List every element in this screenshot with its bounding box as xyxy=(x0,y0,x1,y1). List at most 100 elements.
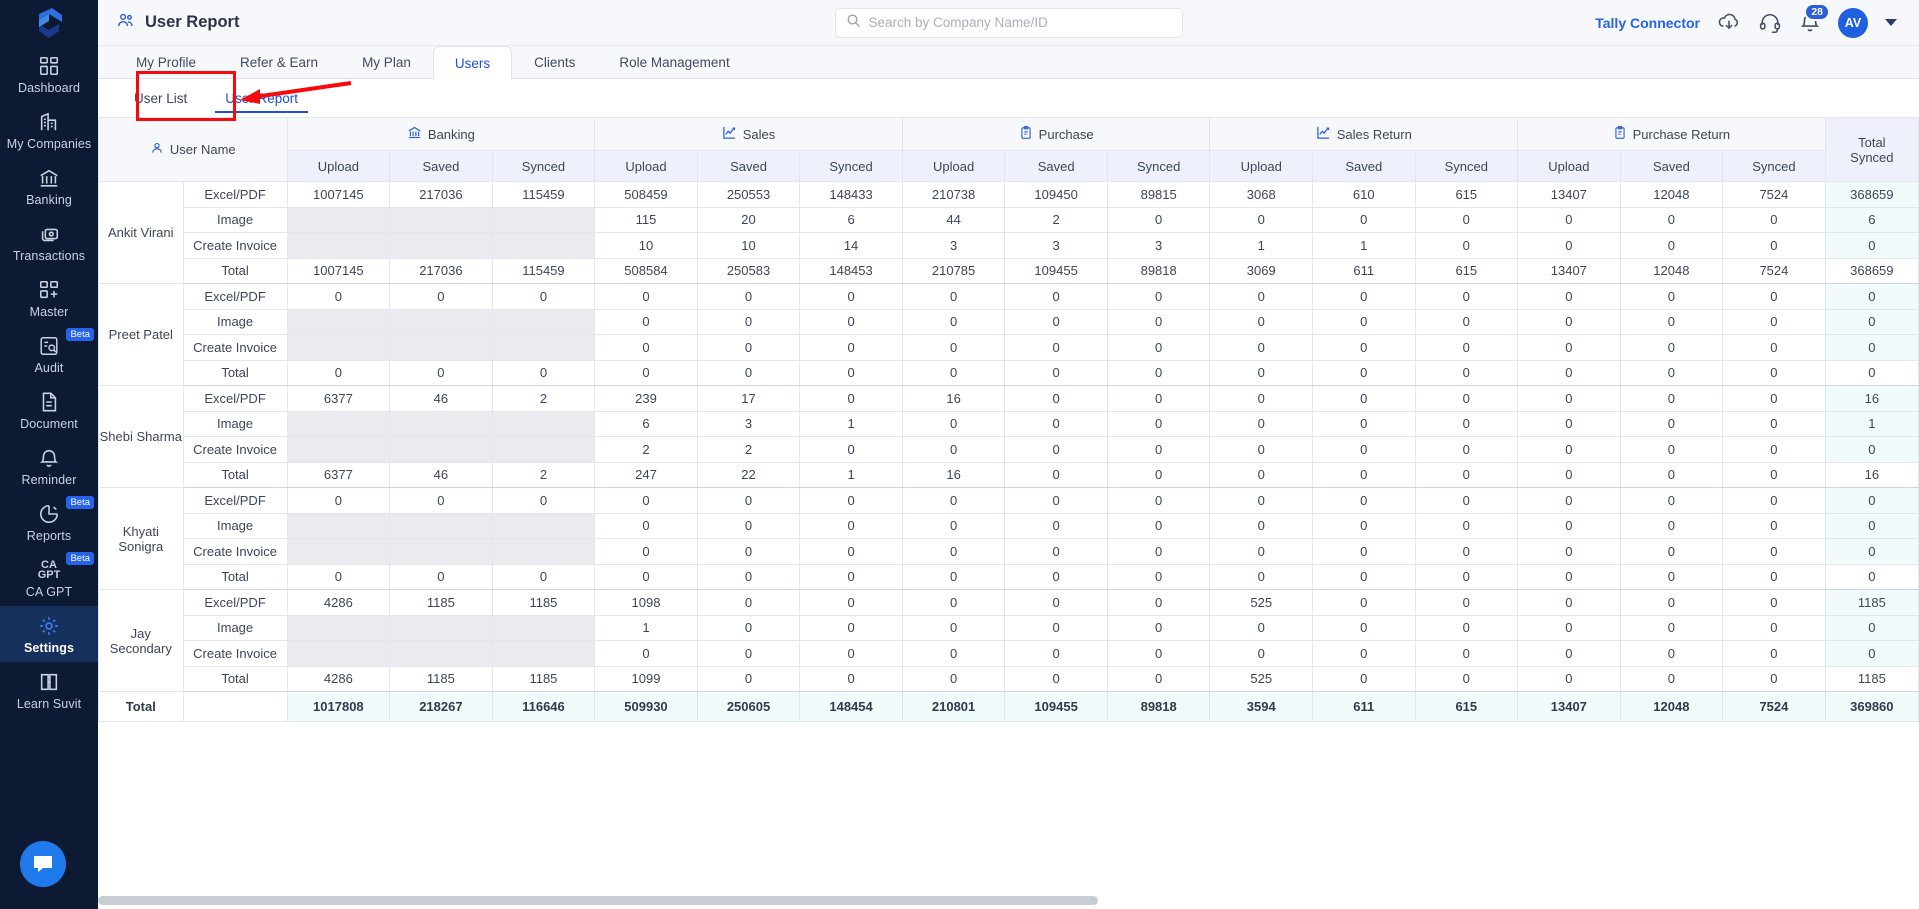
cell-total-synced: 16 xyxy=(1824,385,1919,412)
cell-sales-return-upload: 3069 xyxy=(1209,257,1313,284)
sidebar-item-banking[interactable]: Banking xyxy=(0,158,98,214)
cell-sales-return-upload: 0 xyxy=(1209,487,1313,514)
primary-tabs: My Profile Refer & Earn My Plan Users Client… xyxy=(98,46,1919,79)
sidebar-item-ca-gpt[interactable]: Beta CA GPT CA GPT xyxy=(0,550,98,606)
sidebar-item-label: CA GPT xyxy=(25,585,73,599)
cell-purchase-return-saved: 0 xyxy=(1619,359,1724,386)
cell-sales-return-saved: 0 xyxy=(1311,512,1416,539)
cell-banking-synced xyxy=(491,334,596,361)
users-icon xyxy=(116,11,135,35)
cell-sales-synced: 0 xyxy=(799,308,903,335)
table-group-header-row: User Name Banking Sales Purchase Sales Retur… xyxy=(98,117,1919,182)
cell-sales-return-upload: 0 xyxy=(1209,512,1313,539)
cell-row-label: Create Invoice xyxy=(182,334,288,361)
sidebar-item-audit[interactable]: Beta Audit xyxy=(0,326,98,382)
tab-clients[interactable]: Clients xyxy=(512,46,597,78)
cell-sales-synced: 14 xyxy=(799,232,903,259)
tab-users[interactable]: Users xyxy=(432,46,513,79)
cell-total-synced: 0 xyxy=(1824,487,1919,514)
sidebar-item-learn-suvit[interactable]: Learn Suvit xyxy=(0,662,98,718)
sidebar-item-document[interactable]: Document xyxy=(0,382,98,438)
group-label: Purchase xyxy=(1038,126,1094,142)
cell-sales-return-saved: 0 xyxy=(1311,308,1416,335)
cell-sales-return-synced: 0 xyxy=(1414,461,1519,488)
cell-total-synced: 1185 xyxy=(1824,589,1919,616)
cell-purchase-return-synced: 0 xyxy=(1722,385,1826,412)
sidebar-item-settings[interactable]: Settings xyxy=(0,606,98,662)
table-row: Khyati Sonigra Excel/PDF 0 0 0 0 0 0 0 0 0 0 0 0 0 0 0 0 xyxy=(98,487,1919,590)
cell-sales-return-saved: 0 xyxy=(1311,410,1416,437)
tab-my-profile[interactable]: My Profile xyxy=(114,46,218,78)
table-row: Create Invoice 0 0 0 0 0 0 0 0 0 0 0 0 0 xyxy=(99,334,1919,361)
cell-banking-synced: 1185 xyxy=(491,665,596,692)
cell-purchase-return-synced: 0 xyxy=(1722,232,1826,259)
subtab-user-report[interactable]: User Report xyxy=(209,79,314,117)
cell-purchase-return-saved: 12048 xyxy=(1619,181,1724,208)
cell-total-synced: 6 xyxy=(1824,206,1919,233)
tab-role-management[interactable]: Role Management xyxy=(597,46,751,78)
cloud-download-icon[interactable] xyxy=(1717,12,1741,34)
user-avatar[interactable]: AV xyxy=(1838,7,1868,38)
cell-sales-upload: 247 xyxy=(594,461,698,488)
notification-count-badge: 28 xyxy=(1804,2,1830,21)
table-row: Image 115 20 6 44 2 0 0 0 0 0 0 0 6 xyxy=(99,206,1919,233)
horizontal-scrollbar[interactable] xyxy=(98,896,1919,905)
headset-support-icon[interactable] xyxy=(1758,12,1782,34)
cell-sales-return-saved: 0 xyxy=(1311,206,1416,233)
cell-purchase-upload: 0 xyxy=(901,283,1006,310)
pie-chart-icon xyxy=(38,501,60,526)
column-header-total-synced: Total Synced xyxy=(1824,117,1919,182)
cell-total-synced: 0 xyxy=(1824,436,1919,463)
scrollbar-thumb[interactable] xyxy=(98,896,1098,905)
cell-purchase-return-upload: 0 xyxy=(1517,487,1621,514)
search-input[interactable] xyxy=(868,15,1172,30)
table-grand-total-row: Total 1017808 218267 116646 509930 250605 1484… xyxy=(98,691,1919,722)
tally-connector-link[interactable]: Tally Connector xyxy=(1595,15,1700,31)
notifications-bell-icon[interactable]: 28 xyxy=(1799,2,1830,34)
cell-purchase-upload: 0 xyxy=(901,512,1006,539)
subtab-user-list[interactable]: User List xyxy=(118,79,203,117)
cell-user-name: Preet Patel xyxy=(98,283,184,386)
cell-purchase-return-synced: 0 xyxy=(1722,436,1826,463)
cell-purchase-upload: 210785 xyxy=(901,257,1006,284)
column-header-banking-upload: Upload xyxy=(286,150,391,182)
cell-purchase-return-upload: 0 xyxy=(1517,512,1621,539)
sidebar-item-master[interactable]: Master xyxy=(0,270,98,326)
chat-support-button[interactable] xyxy=(20,841,66,887)
cell-sales-upload: 0 xyxy=(594,538,698,565)
cell-banking-saved xyxy=(389,232,493,259)
cell-purchase-synced: 0 xyxy=(1106,614,1211,641)
cell-purchase-synced: 0 xyxy=(1106,640,1211,667)
app-logo[interactable] xyxy=(0,0,98,46)
tab-refer-earn[interactable]: Refer & Earn xyxy=(218,46,340,78)
cell-purchase-saved: 0 xyxy=(1004,614,1108,641)
tab-my-plan[interactable]: My Plan xyxy=(340,46,433,78)
cell-purchase-return-synced: 0 xyxy=(1722,487,1826,514)
report-table-container[interactable]: User Name Banking Sales Purchase Sales Retur… xyxy=(98,117,1919,909)
cell-sales-return-saved: 0 xyxy=(1311,359,1416,386)
sidebar-item-dashboard[interactable]: Dashboard xyxy=(0,46,98,102)
table-row: Total 1007145 217036 115459 508584 250583 1484… xyxy=(99,257,1919,284)
cell-purchase-synced: 0 xyxy=(1106,206,1211,233)
cell-sales-saved: 3 xyxy=(696,410,801,437)
search-box[interactable] xyxy=(834,7,1183,38)
chevron-down-icon[interactable] xyxy=(1885,19,1897,26)
sidebar-item-my-companies[interactable]: My Companies xyxy=(0,102,98,158)
cell-sales-return-upload: 0 xyxy=(1209,283,1313,310)
cell-sales-saved: 0 xyxy=(696,614,801,641)
cell-grand-total-sales-return-saved: 611 xyxy=(1311,691,1416,722)
cell-purchase-upload: 0 xyxy=(901,359,1006,386)
cell-sales-saved: 2 xyxy=(696,436,801,463)
sidebar-item-reminder[interactable]: Reminder xyxy=(0,438,98,494)
cell-purchase-saved: 0 xyxy=(1004,334,1108,361)
cell-purchase-saved: 0 xyxy=(1004,589,1108,616)
cell-sales-return-synced: 0 xyxy=(1414,538,1519,565)
cell-sales-return-synced: 0 xyxy=(1414,614,1519,641)
sidebar-item-label: Transactions xyxy=(12,249,86,263)
cell-sales-return-synced: 0 xyxy=(1414,410,1519,437)
cell-banking-synced: 0 xyxy=(491,487,596,514)
cell-purchase-synced: 0 xyxy=(1106,538,1211,565)
cell-purchase-return-upload: 0 xyxy=(1517,385,1621,412)
sidebar-item-transactions[interactable]: Transactions xyxy=(0,214,98,270)
sidebar-item-reports[interactable]: Beta Reports xyxy=(0,494,98,550)
